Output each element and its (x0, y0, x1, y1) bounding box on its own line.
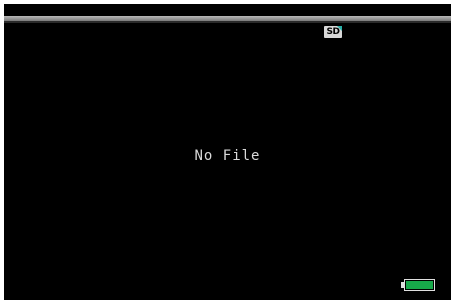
no-file-message: No File (194, 148, 261, 164)
sd-card-corner (337, 26, 342, 31)
top-divider-shadow (4, 21, 451, 23)
sd-card-icon: SD (324, 26, 342, 38)
camera-playback-screen: SD No File (4, 4, 451, 300)
battery-icon (401, 279, 435, 291)
battery-level-fill (406, 281, 433, 289)
battery-body (404, 279, 435, 291)
